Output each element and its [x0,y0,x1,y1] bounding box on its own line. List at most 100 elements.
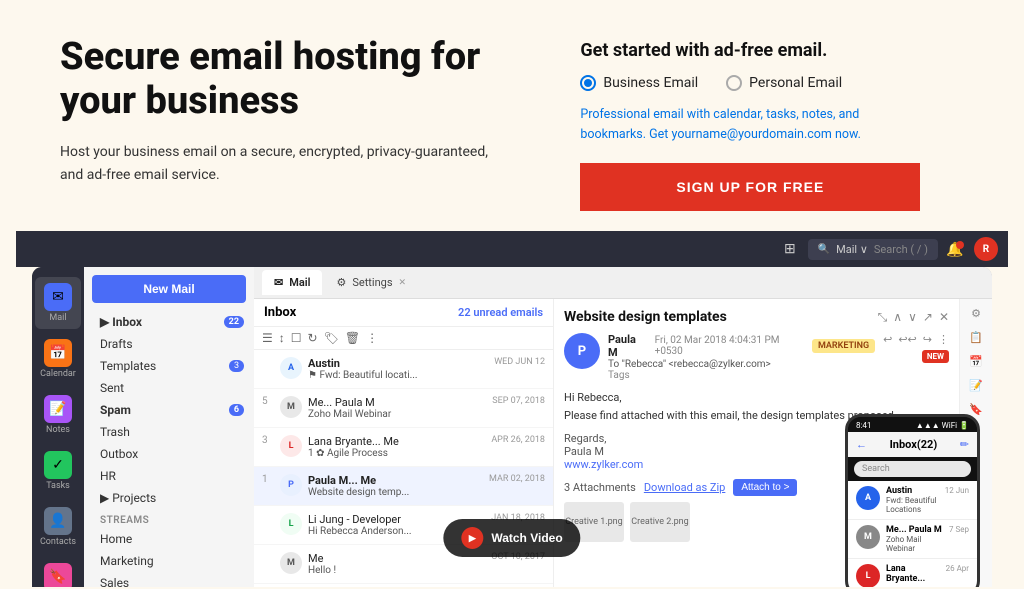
outbox-label: Outbox [100,447,138,461]
phone-status-bar: 8:41 ▲▲▲ WiFi 🔋 [848,417,977,432]
item-avatar: L [280,435,302,457]
rpt-icon-4[interactable]: 📝 [966,375,986,395]
mail-item[interactable]: 3 P Patricia Boyle... Me Beta release of… [254,584,553,587]
app-main-area: ✉ Mail 📅 Calendar 📝 Notes ✓ Tasks 👤 Cont… [32,267,992,587]
phone-from: Me... Paula M [886,525,943,535]
close-detail-icon[interactable]: ✕ [939,310,949,325]
phone-back-btn[interactable]: ← [856,438,867,451]
sent-nav-item[interactable]: Sent [84,377,254,399]
tab-settings[interactable]: ⚙ Settings ✕ [324,270,418,295]
delete-icon[interactable]: 🗑 [345,331,360,345]
trash-nav-item[interactable]: Trash [84,421,254,443]
hero-title: Secure email hosting for your business [60,36,520,123]
phone-mail-item[interactable]: M Me... Paula M Zoho Mail Webinar 7 Sep [848,520,977,559]
spam-label: Spam [100,403,131,417]
watch-video-button[interactable]: ▶ Watch Video [443,519,580,557]
item-date: MAR 02, 2018 [489,474,545,484]
inbox-nav-item[interactable]: ▶ Inbox 22 [84,311,254,333]
sidebar-item-calendar[interactable]: 📅 Calendar [35,333,81,385]
sidebar-item-notes[interactable]: 📝 Notes [35,389,81,441]
templates-nav-item[interactable]: Templates 3 [84,355,254,377]
item-num: 5 [262,396,274,407]
sidebar-item-mail[interactable]: ✉ Mail [35,277,81,329]
phone-mail-content: Me... Paula M Zoho Mail Webinar [886,525,943,553]
sidebar-item-tasks[interactable]: ✓ Tasks [35,445,81,497]
spam-badge: 6 [229,404,244,416]
tab-mail[interactable]: ✉ Mail [262,270,322,295]
tasks-icon: ✓ [44,451,72,479]
business-email-radio[interactable] [580,75,596,91]
item-date: SEP 07, 2018 [492,396,545,406]
notification-dot [956,241,964,249]
attach-to-button[interactable]: Attach to > [733,479,797,496]
phone-search[interactable]: Search [854,461,971,477]
notes-nav-label: Notes [46,425,70,435]
tag-icon[interactable]: 🏷 [324,331,339,345]
hero-subtitle: Host your business email on a secure, en… [60,141,500,186]
reply-icon[interactable]: ↩ [883,333,892,346]
phone-avatar: L [856,564,880,587]
item-from: Lana Bryante... Me [308,435,485,448]
phone-mail-item[interactable]: A Austin Fwd: Beautiful Locations 12 Jun [848,481,977,520]
outbox-nav-item[interactable]: Outbox [84,443,254,465]
refresh-icon[interactable]: ↻ [308,331,318,345]
personal-email-label: Personal Email [749,75,842,91]
rpt-icon-2[interactable]: 📋 [966,327,986,347]
business-email-option[interactable]: Business Email [580,75,698,91]
mail-item[interactable]: 1 P Paula M... Me Website design temp...… [254,467,553,506]
rpt-icon-3[interactable]: 📅 [966,351,986,371]
phone-avatar: A [856,486,880,510]
drafts-nav-item[interactable]: Drafts [84,333,254,355]
thumb-2: Creative 2.png [630,502,690,542]
next-icon[interactable]: ∨ [908,310,917,325]
signup-button[interactable]: SIGN UP FOR FREE [580,163,920,211]
phone-compose-btn[interactable]: ✏ [960,438,969,451]
home-stream-item[interactable]: Home [84,528,254,550]
reply-all-icon[interactable]: ↩↩ [898,333,916,346]
new-mail-button[interactable]: New Mail [92,275,246,303]
projects-nav-item[interactable]: ▶ Projects [84,487,254,509]
unread-count: 22 unread emails [458,306,543,319]
sender-to: To "Rebecca" <rebecca@zylker.com> [608,359,875,370]
sidebar-item-bookmarks[interactable]: 🔖 Bookmarks [35,557,81,587]
more-detail-icon[interactable]: ⋮ [938,333,949,346]
mail-item[interactable]: A Austin ⚑ Fwd: Beautiful locati... WED … [254,350,553,389]
more-icon[interactable]: ⋮ [366,331,378,345]
detail-header: Website design templates ⤡ ∧ ∨ ↗ ✕ [564,309,949,325]
sort-icon[interactable]: ↕ [279,331,285,345]
spam-nav-item[interactable]: Spam 6 [84,399,254,421]
marketing-stream-item[interactable]: Marketing [84,550,254,572]
mail-item[interactable]: 5 M Me... Paula M Zoho Mail Webinar SEP … [254,389,553,428]
item-content: Me... Paula M Zoho Mail Webinar [308,396,486,420]
app-sidenav: ✉ Mail 📅 Calendar 📝 Notes ✓ Tasks 👤 Cont… [32,267,84,587]
download-zip-link[interactable]: Download as Zip [644,481,726,494]
filter-icon[interactable]: ☰ [262,331,273,345]
personal-email-option[interactable]: Personal Email [726,75,842,91]
trash-label: Trash [100,425,130,439]
select-icon[interactable]: ☐ [291,331,302,345]
rpt-icon-1[interactable]: ⚙ [966,303,986,323]
phone-mail-item[interactable]: L Lana Bryante... 26 Apr [848,559,977,587]
personal-email-radio[interactable] [726,75,742,91]
item-subject: Zoho Mail Webinar [308,409,486,420]
hr-nav-item[interactable]: HR [84,465,254,487]
settings-tab-close[interactable]: ✕ [399,278,407,288]
popout-icon[interactable]: ↗ [923,310,933,325]
phone-date: 26 Apr [946,564,969,587]
user-avatar[interactable]: R [974,237,998,261]
forward-icon[interactable]: ↪ [923,333,932,346]
watch-video-label: Watch Video [491,531,562,545]
sales-stream-item[interactable]: Sales [84,572,254,587]
prev-icon[interactable]: ∧ [893,310,902,325]
new-badge: NEW [922,350,949,363]
sales-label: Sales [100,576,129,587]
item-avatar: M [280,396,302,418]
sidebar-item-contacts[interactable]: 👤 Contacts [35,501,81,553]
notification-bell[interactable]: 🔔 [946,239,966,259]
mail-item[interactable]: 3 L Lana Bryante... Me 1 ✿ Agile Process… [254,428,553,467]
search-bar[interactable]: 🔍 Mail ∨ Search ( / ) [808,239,938,260]
grid-icon[interactable]: ⊞ [780,237,800,261]
item-date: APR 26, 2018 [491,435,545,445]
expand-icon[interactable]: ⤡ [878,310,888,325]
settings-tab-label: Settings [352,276,392,289]
